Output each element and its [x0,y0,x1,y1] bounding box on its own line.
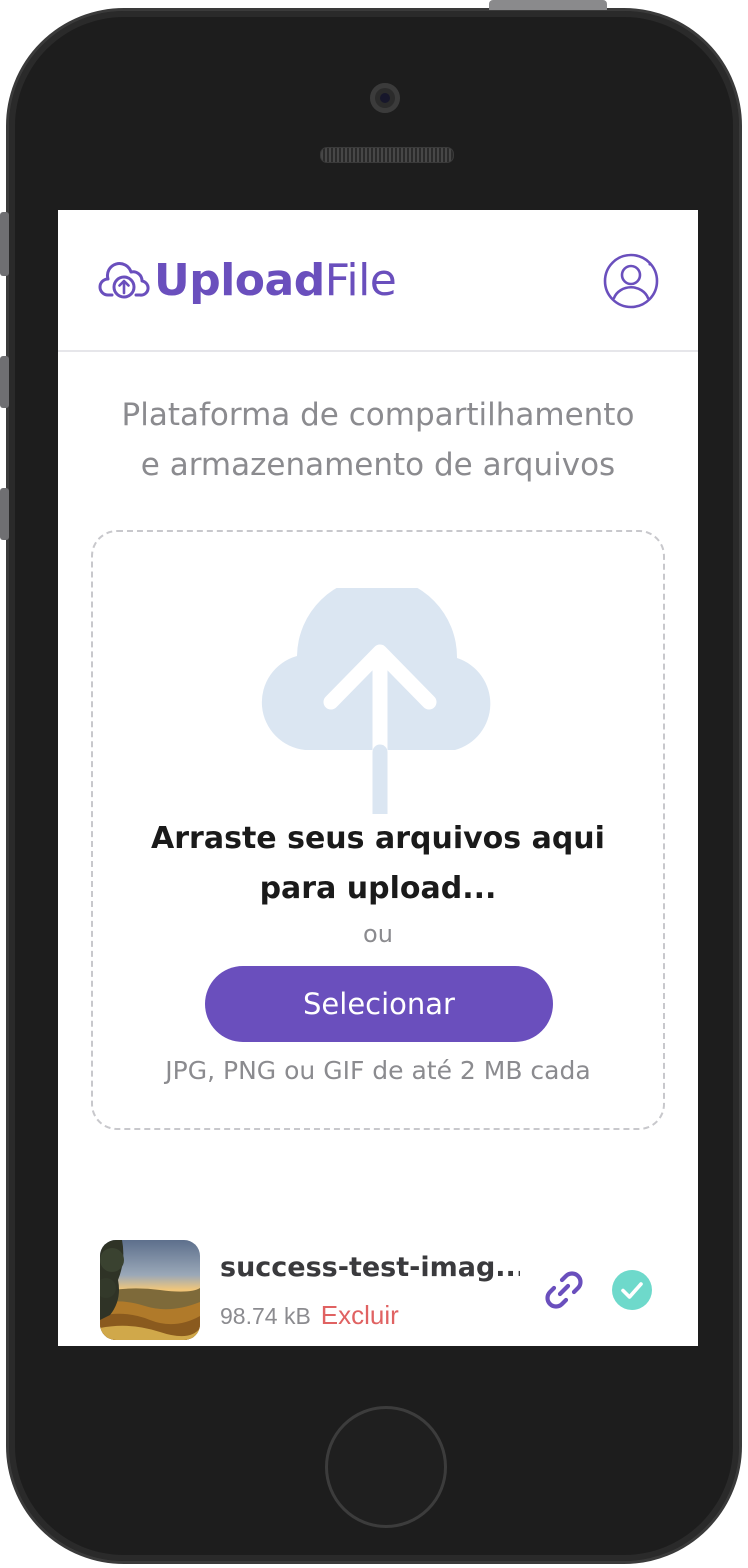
logo-text-light: File [324,254,397,306]
user-circle-icon[interactable] [602,252,660,310]
dropzone-or-text: ou [363,920,393,948]
delete-file-link[interactable]: Excluir [321,1300,399,1331]
landscape-thumbnail-image [100,1240,200,1340]
file-dropzone[interactable]: Arraste seus arquivos aqui para upload..… [91,530,665,1130]
tagline-line-1: Plataforma de compartilhamento [121,397,635,433]
mute-switch[interactable] [0,212,9,276]
file-thumbnail [100,1240,200,1340]
earpiece-speaker [320,147,454,163]
home-button[interactable] [325,1406,447,1528]
app-header: Upload File [58,210,698,352]
tagline-line-2: e armazenamento de arquivos [140,447,616,483]
dropzone-title-line-1: Arraste seus arquivos aqui [151,821,605,856]
file-name: success-test-imag... [220,1252,520,1283]
file-list-item: success-test-imag... 98.74 kB Excluir [100,1240,660,1340]
cloud-upload-icon [98,262,150,299]
dropzone-title: Arraste seus arquivos aqui para upload..… [93,814,663,914]
power-button[interactable] [489,0,607,10]
front-camera [370,83,400,113]
volume-down-button[interactable] [0,488,9,540]
cloud-upload-large-icon [261,588,491,814]
volume-up-button[interactable] [0,356,9,408]
app-logo[interactable]: Upload File [98,252,397,308]
check-circle-icon [612,1270,652,1310]
file-type-hint: JPG, PNG ou GIF de até 2 MB cada [165,1056,591,1085]
select-files-button[interactable]: Selecionar [205,966,553,1042]
link-icon[interactable] [540,1266,588,1314]
dropzone-title-line-2: para upload... [259,871,497,906]
file-meta: 98.74 kB Excluir [220,1300,399,1331]
page-tagline: Plataforma de compartilhamento e armazen… [58,390,698,490]
logo-text-bold: Upload [154,254,325,306]
app-screen: Upload File Plataforma de compartilhament… [58,210,698,1346]
file-size: 98.74 kB [220,1303,311,1329]
